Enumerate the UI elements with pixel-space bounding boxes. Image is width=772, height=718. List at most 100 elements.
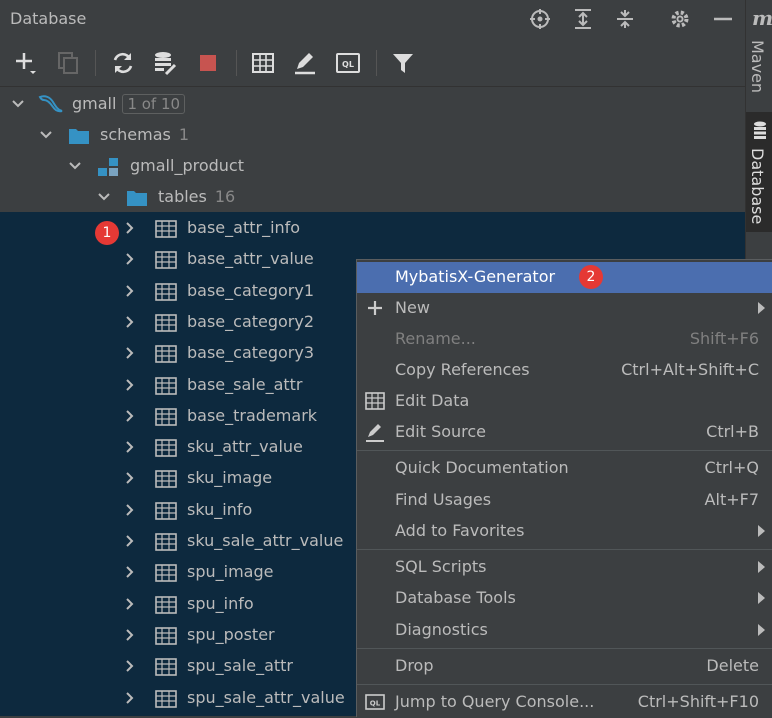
table-icon (155, 564, 177, 583)
maven-logo-icon: m (752, 6, 772, 30)
menu-shortcut: Ctrl+B (706, 422, 759, 441)
gear-icon[interactable] (669, 8, 691, 30)
chevron-down-icon[interactable] (10, 96, 26, 112)
item-count: 1 (178, 125, 190, 144)
chevron-right-icon[interactable] (122, 564, 138, 580)
menu-item-mybatisx-generator[interactable]: MybatisX-Generator 2 (357, 262, 772, 293)
maven-tab[interactable]: Maven (748, 40, 767, 93)
table-icon (155, 282, 177, 301)
tree-node-gmall-product[interactable]: gmall_product (0, 151, 745, 181)
submenu-arrow-icon (758, 624, 765, 636)
tree-node-gmall[interactable]: gmall 1 of 10 (0, 89, 745, 119)
query-console-icon[interactable]: QL (335, 50, 361, 76)
menu-item-jump-to-query-console[interactable]: QL Jump to Query Console... Ctrl+Shift+F… (357, 687, 772, 718)
table-name: base_category2 (187, 311, 315, 331)
stop-icon[interactable] (195, 50, 221, 76)
menu-item-rename[interactable]: Rename... Shift+F6 (357, 324, 772, 355)
table-icon[interactable] (250, 50, 276, 76)
menu-item-edit-data[interactable]: Edit Data (357, 386, 772, 417)
menu-shortcut: Shift+F6 (689, 329, 759, 348)
table-name: spu_info (187, 593, 254, 613)
chevron-right-icon[interactable] (122, 502, 138, 518)
tree-node-schemas[interactable]: schemas 1 (0, 120, 745, 150)
table-icon (155, 533, 177, 551)
table-name: base_trademark (187, 405, 318, 425)
step-badge-1: 1 (95, 221, 119, 245)
table-icon (155, 595, 177, 614)
menu-item-new[interactable]: New (357, 293, 772, 324)
menu-label: Edit Source (395, 422, 487, 441)
datasource-name: gmall (72, 94, 117, 113)
add-icon[interactable] (13, 50, 39, 76)
toolbar-separator (376, 50, 377, 76)
table-icon (155, 407, 177, 426)
target-icon[interactable] (529, 8, 551, 30)
toolbar-separator (95, 50, 96, 76)
chevron-down-icon[interactable] (67, 158, 83, 174)
menu-label: Add to Favorites (395, 521, 525, 540)
menu-item-add-to-favorites[interactable]: Add to Favorites (357, 516, 772, 547)
menu-label: Find Usages (395, 490, 492, 509)
tree-node-tables[interactable]: tables 16 (0, 182, 745, 212)
chevron-right-icon[interactable] (122, 345, 138, 361)
database-icon (754, 121, 766, 139)
chevron-right-icon[interactable] (122, 439, 138, 455)
database-tab-label: Database (748, 148, 767, 225)
expand-all-icon[interactable] (572, 8, 594, 30)
chevron-right-icon[interactable] (122, 533, 138, 549)
menu-item-diagnostics[interactable]: Diagnostics (357, 615, 772, 646)
filter-icon[interactable] (390, 50, 416, 76)
chevron-right-icon[interactable] (122, 283, 138, 299)
menu-item-sql-scripts[interactable]: SQL Scripts (357, 552, 772, 583)
menu-label: Diagnostics (395, 620, 488, 639)
chevron-right-icon[interactable] (122, 470, 138, 486)
chevron-right-icon[interactable] (122, 408, 138, 424)
submenu-arrow-icon (758, 561, 765, 573)
menu-separator (357, 684, 772, 685)
menu-item-copy-references[interactable]: Copy References Ctrl+Alt+Shift+C (357, 355, 772, 386)
chevron-down-icon[interactable] (38, 127, 54, 143)
chevron-right-icon[interactable] (122, 658, 138, 674)
chevron-right-icon[interactable] (122, 596, 138, 612)
database-tab[interactable]: Database (746, 112, 772, 232)
chevron-right-icon[interactable] (122, 377, 138, 393)
table-icon (155, 345, 177, 363)
table-icon (155, 501, 177, 520)
database-properties-icon[interactable] (152, 50, 178, 76)
table-name: sku_attr_value (187, 437, 303, 457)
table-name: base_sale_attr (187, 374, 303, 394)
chevron-down-icon[interactable] (96, 189, 112, 205)
table-name: spu_poster (187, 624, 275, 644)
submenu-arrow-icon (758, 525, 765, 537)
collapse-all-icon[interactable] (614, 8, 636, 30)
duplicate-icon[interactable] (55, 50, 81, 76)
menu-label: SQL Scripts (395, 557, 487, 576)
table-icon (155, 627, 177, 645)
refresh-icon[interactable] (110, 50, 136, 76)
menu-item-find-usages[interactable]: Find Usages Alt+F7 (357, 485, 772, 516)
table-icon (155, 470, 177, 489)
table-name: base_category1 (187, 280, 315, 300)
menu-item-edit-source[interactable]: Edit Source Ctrl+B (357, 417, 772, 448)
table-icon (365, 392, 385, 410)
menu-item-database-tools[interactable]: Database Tools (357, 583, 772, 614)
menu-item-drop[interactable]: Drop Delete (357, 651, 772, 682)
table-icon (155, 689, 177, 708)
table-name: sku_image (187, 468, 273, 488)
edit-icon[interactable] (292, 50, 318, 76)
submenu-arrow-icon (758, 302, 765, 314)
folder-icon (69, 129, 89, 144)
minimize-icon[interactable] (712, 8, 734, 30)
chevron-right-icon[interactable] (122, 314, 138, 330)
menu-shortcut: Alt+F7 (704, 490, 759, 509)
chevron-right-icon[interactable] (122, 627, 138, 643)
toolbar-separator (236, 50, 237, 76)
menu-label: Edit Data (395, 391, 470, 410)
submenu-arrow-icon (758, 592, 765, 604)
menu-item-quick-documentation[interactable]: Quick Documentation Ctrl+Q (357, 453, 772, 484)
chevron-right-icon[interactable] (122, 251, 138, 267)
menu-label: Database Tools (395, 588, 516, 607)
chevron-right-icon[interactable] (122, 690, 138, 706)
menu-label: Jump to Query Console... (395, 692, 595, 711)
chevron-right-icon[interactable] (122, 220, 138, 236)
